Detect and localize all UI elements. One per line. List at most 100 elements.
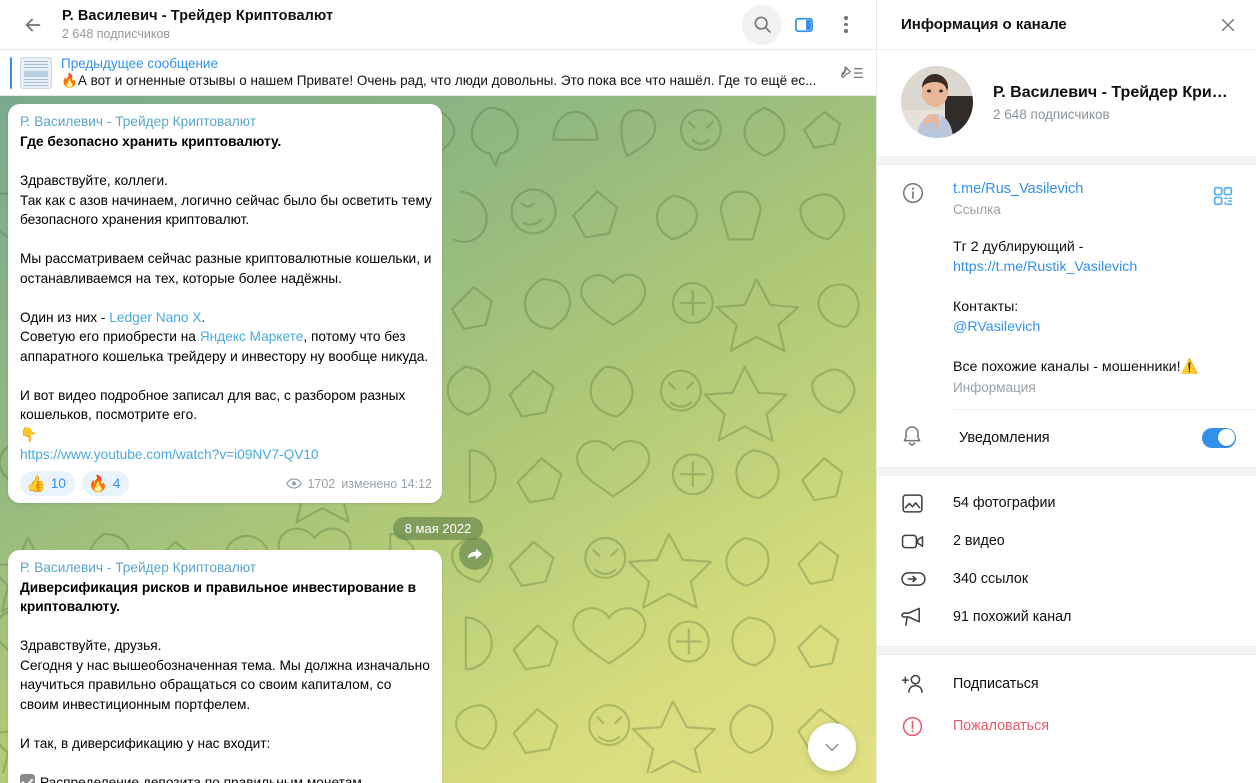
report-icon-slot	[901, 715, 953, 738]
channel-avatar[interactable]	[901, 66, 973, 138]
media-item-photos[interactable]: 54 фотографии	[877, 484, 1256, 522]
media-item-similar-channels[interactable]: 91 похожий канал	[877, 598, 1256, 636]
pinned-accent-bar	[10, 56, 12, 89]
avatar-photo	[901, 66, 973, 138]
info-icon-slot	[901, 179, 953, 397]
chat-column: Р. Василевич - Трейдер Криптовалют 2 648…	[0, 0, 876, 783]
chat-title-block[interactable]: Р. Василевич - Трейдер Криптовалют 2 648…	[62, 7, 742, 42]
reactions: 👍 10 🔥 4	[20, 471, 130, 496]
message-bubble[interactable]: Р. Василевич - Трейдер Криптовалют Дивер…	[8, 549, 442, 783]
media-item-videos[interactable]: 2 видео	[877, 522, 1256, 560]
pin-list-icon	[840, 65, 863, 78]
channel-link-value[interactable]: t.me/Rus_Vasilevich	[953, 179, 1206, 199]
view-count: 1702	[286, 477, 335, 491]
reaction-chip[interactable]: 👍 10	[20, 471, 75, 496]
media-label: 91 похожий канал	[953, 609, 1072, 625]
reaction-chip[interactable]: 🔥 4	[81, 471, 130, 496]
desc-line-1: Тг 2 дублирующий -	[953, 239, 1084, 255]
action-label: Подписаться	[953, 676, 1039, 692]
chat-subscribers: 2 648 подписчиков	[62, 27, 171, 41]
link-icon	[901, 572, 926, 586]
telegram-window: Р. Василевич - Трейдер Криптовалют 2 648…	[0, 0, 1256, 783]
close-panel-button[interactable]	[1210, 7, 1246, 43]
photo-icon	[902, 493, 923, 513]
toggle-knob	[1217, 429, 1235, 446]
pinned-list-button[interactable]	[838, 63, 864, 83]
edited-time: изменено 14:12	[341, 476, 432, 491]
message-title: Диверсификация рисков и правильное инвес…	[20, 579, 420, 615]
subscribe-button[interactable]: Подписаться	[877, 663, 1256, 705]
more-options-button[interactable]	[826, 5, 866, 45]
share-message-button[interactable]	[459, 538, 491, 570]
ledger-link[interactable]: Ledger Nano X	[109, 310, 201, 325]
channel-description-label: Информация	[953, 380, 1036, 395]
fire-emoji: 🔥	[87, 474, 108, 493]
message-list[interactable]: Р. Василевич - Трейдер Криптовалют Где б…	[0, 96, 876, 783]
panel-divider	[877, 646, 1256, 655]
thumbs-up-emoji: 👍	[26, 474, 46, 493]
scroll-to-bottom-button[interactable]	[808, 723, 856, 771]
messages-inner: Р. Василевич - Трейдер Криптовалют Где б…	[0, 96, 876, 783]
bullet-item: Распределение депозита по правильным мон…	[40, 774, 366, 783]
arrow-left-icon	[25, 18, 41, 31]
date-divider: 8 мая 2022	[392, 516, 484, 540]
qr-code-button[interactable]	[1206, 179, 1240, 213]
bell-icon	[903, 426, 921, 446]
channel-description: Тг 2 дублирующий - https://t.me/Rustik_Va…	[953, 237, 1240, 377]
link-icon-slot	[901, 571, 953, 587]
contact-username-link[interactable]: @RVasilevich	[953, 319, 1040, 335]
warning-emoji: ⚠️	[1180, 359, 1199, 375]
message-bubble[interactable]: Р. Василевич - Трейдер Криптовалют Где б…	[8, 104, 442, 503]
channel-profile[interactable]: Р. Василевич - Трейдер Крипто… 2 648 под…	[877, 50, 1256, 156]
qr-code-icon	[1213, 186, 1233, 206]
views-number: 1702	[307, 476, 336, 491]
report-button[interactable]: Пожаловаться	[877, 705, 1256, 747]
message-body: Где безопасно хранить криптовалюту. Здрав…	[20, 132, 432, 465]
header-actions	[742, 4, 866, 45]
back-button[interactable]	[16, 8, 50, 42]
message-body: Диверсификация рисков и правильное инвес…	[20, 578, 432, 783]
channel-info-block: t.me/Rus_Vasilevich Ссылка Тг 2 дублирую…	[877, 165, 1256, 409]
video-icon	[901, 534, 924, 548]
message-p3-post: .	[201, 309, 206, 325]
channel-subscribers: 2 648 подписчиков	[993, 107, 1110, 122]
search-icon	[754, 16, 771, 33]
add-user-icon	[901, 674, 923, 693]
message-p2: Мы рассматриваем сейчас разные криптовал…	[20, 251, 436, 286]
reaction-count: 10	[50, 476, 66, 491]
add-user-icon-slot	[901, 673, 953, 695]
channel-name: Р. Василевич - Трейдер Крипто…	[993, 84, 1236, 101]
desc-line-2: Контакты:	[953, 299, 1019, 315]
pinned-message-bar[interactable]: Предыдущее сообщение 🔥А вот и огненные о…	[0, 50, 876, 96]
check-box-emoji	[20, 773, 35, 783]
megaphone-icon-slot	[901, 606, 953, 628]
megaphone-icon	[901, 607, 920, 626]
toggle-info-panel-button[interactable]	[784, 5, 824, 45]
action-label: Пожаловаться	[953, 718, 1049, 734]
message-meta: 1702 изменено 14:12	[286, 477, 432, 491]
duplicate-channel-link[interactable]: https://t.me/Rustik_Vasilevich	[953, 259, 1137, 275]
media-item-links[interactable]: 340 ссылок	[877, 560, 1256, 598]
pinned-title: Предыдущее сообщение	[61, 56, 218, 71]
fire-emoji: 🔥	[61, 73, 78, 89]
youtube-link[interactable]: https://www.youtube.com/watch?v=i09NV7-Q…	[20, 447, 319, 462]
desc-line-3: Все похожие каналы - мошенники!	[953, 359, 1181, 375]
message-p4-pre: Советую его приобрести на	[20, 329, 200, 344]
notifications-label: Уведомления	[959, 429, 1050, 446]
eye-icon	[286, 478, 303, 489]
notifications-row[interactable]: Уведомления	[877, 410, 1256, 467]
pinned-thumbnail	[20, 56, 52, 89]
notifications-toggle[interactable]	[1202, 427, 1236, 448]
media-label: 340 ссылок	[953, 571, 1029, 587]
yandex-market-link[interactable]: Яндекс Маркете	[200, 329, 304, 344]
right-panel-icon	[795, 17, 813, 32]
message-p1l1: Здравствуйте, коллеги.	[20, 173, 168, 188]
pointing-down-emoji: 👇	[20, 426, 38, 443]
search-button[interactable]	[742, 4, 782, 45]
video-icon-slot	[901, 532, 953, 551]
date-divider-row: 8 мая 2022	[0, 516, 876, 540]
pinned-preview-text: А вот и огненные отзывы о нашем Привате!…	[77, 73, 817, 88]
message-p5: И вот видео подробное записал для вас, с…	[20, 387, 410, 423]
message-p1l1: Здравствуйте, друзья.	[20, 638, 162, 653]
report-icon	[902, 716, 923, 736]
